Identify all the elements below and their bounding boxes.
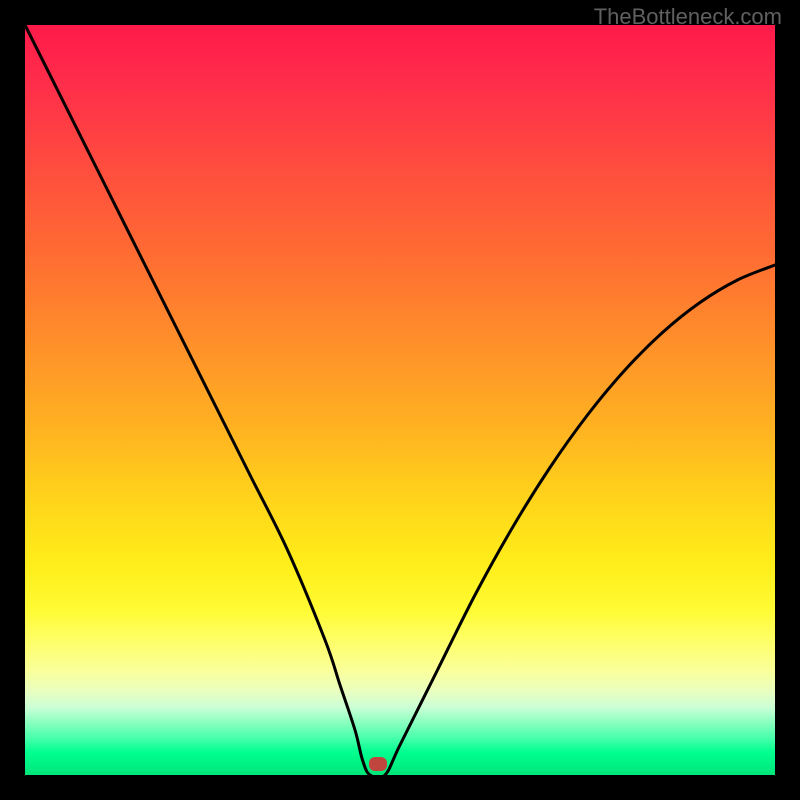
bottleneck-curve: [25, 25, 775, 775]
optimal-point-marker: [369, 757, 387, 771]
curve-svg: [25, 25, 775, 775]
watermark-text: TheBottleneck.com: [594, 4, 782, 30]
plot-area: [25, 25, 775, 775]
